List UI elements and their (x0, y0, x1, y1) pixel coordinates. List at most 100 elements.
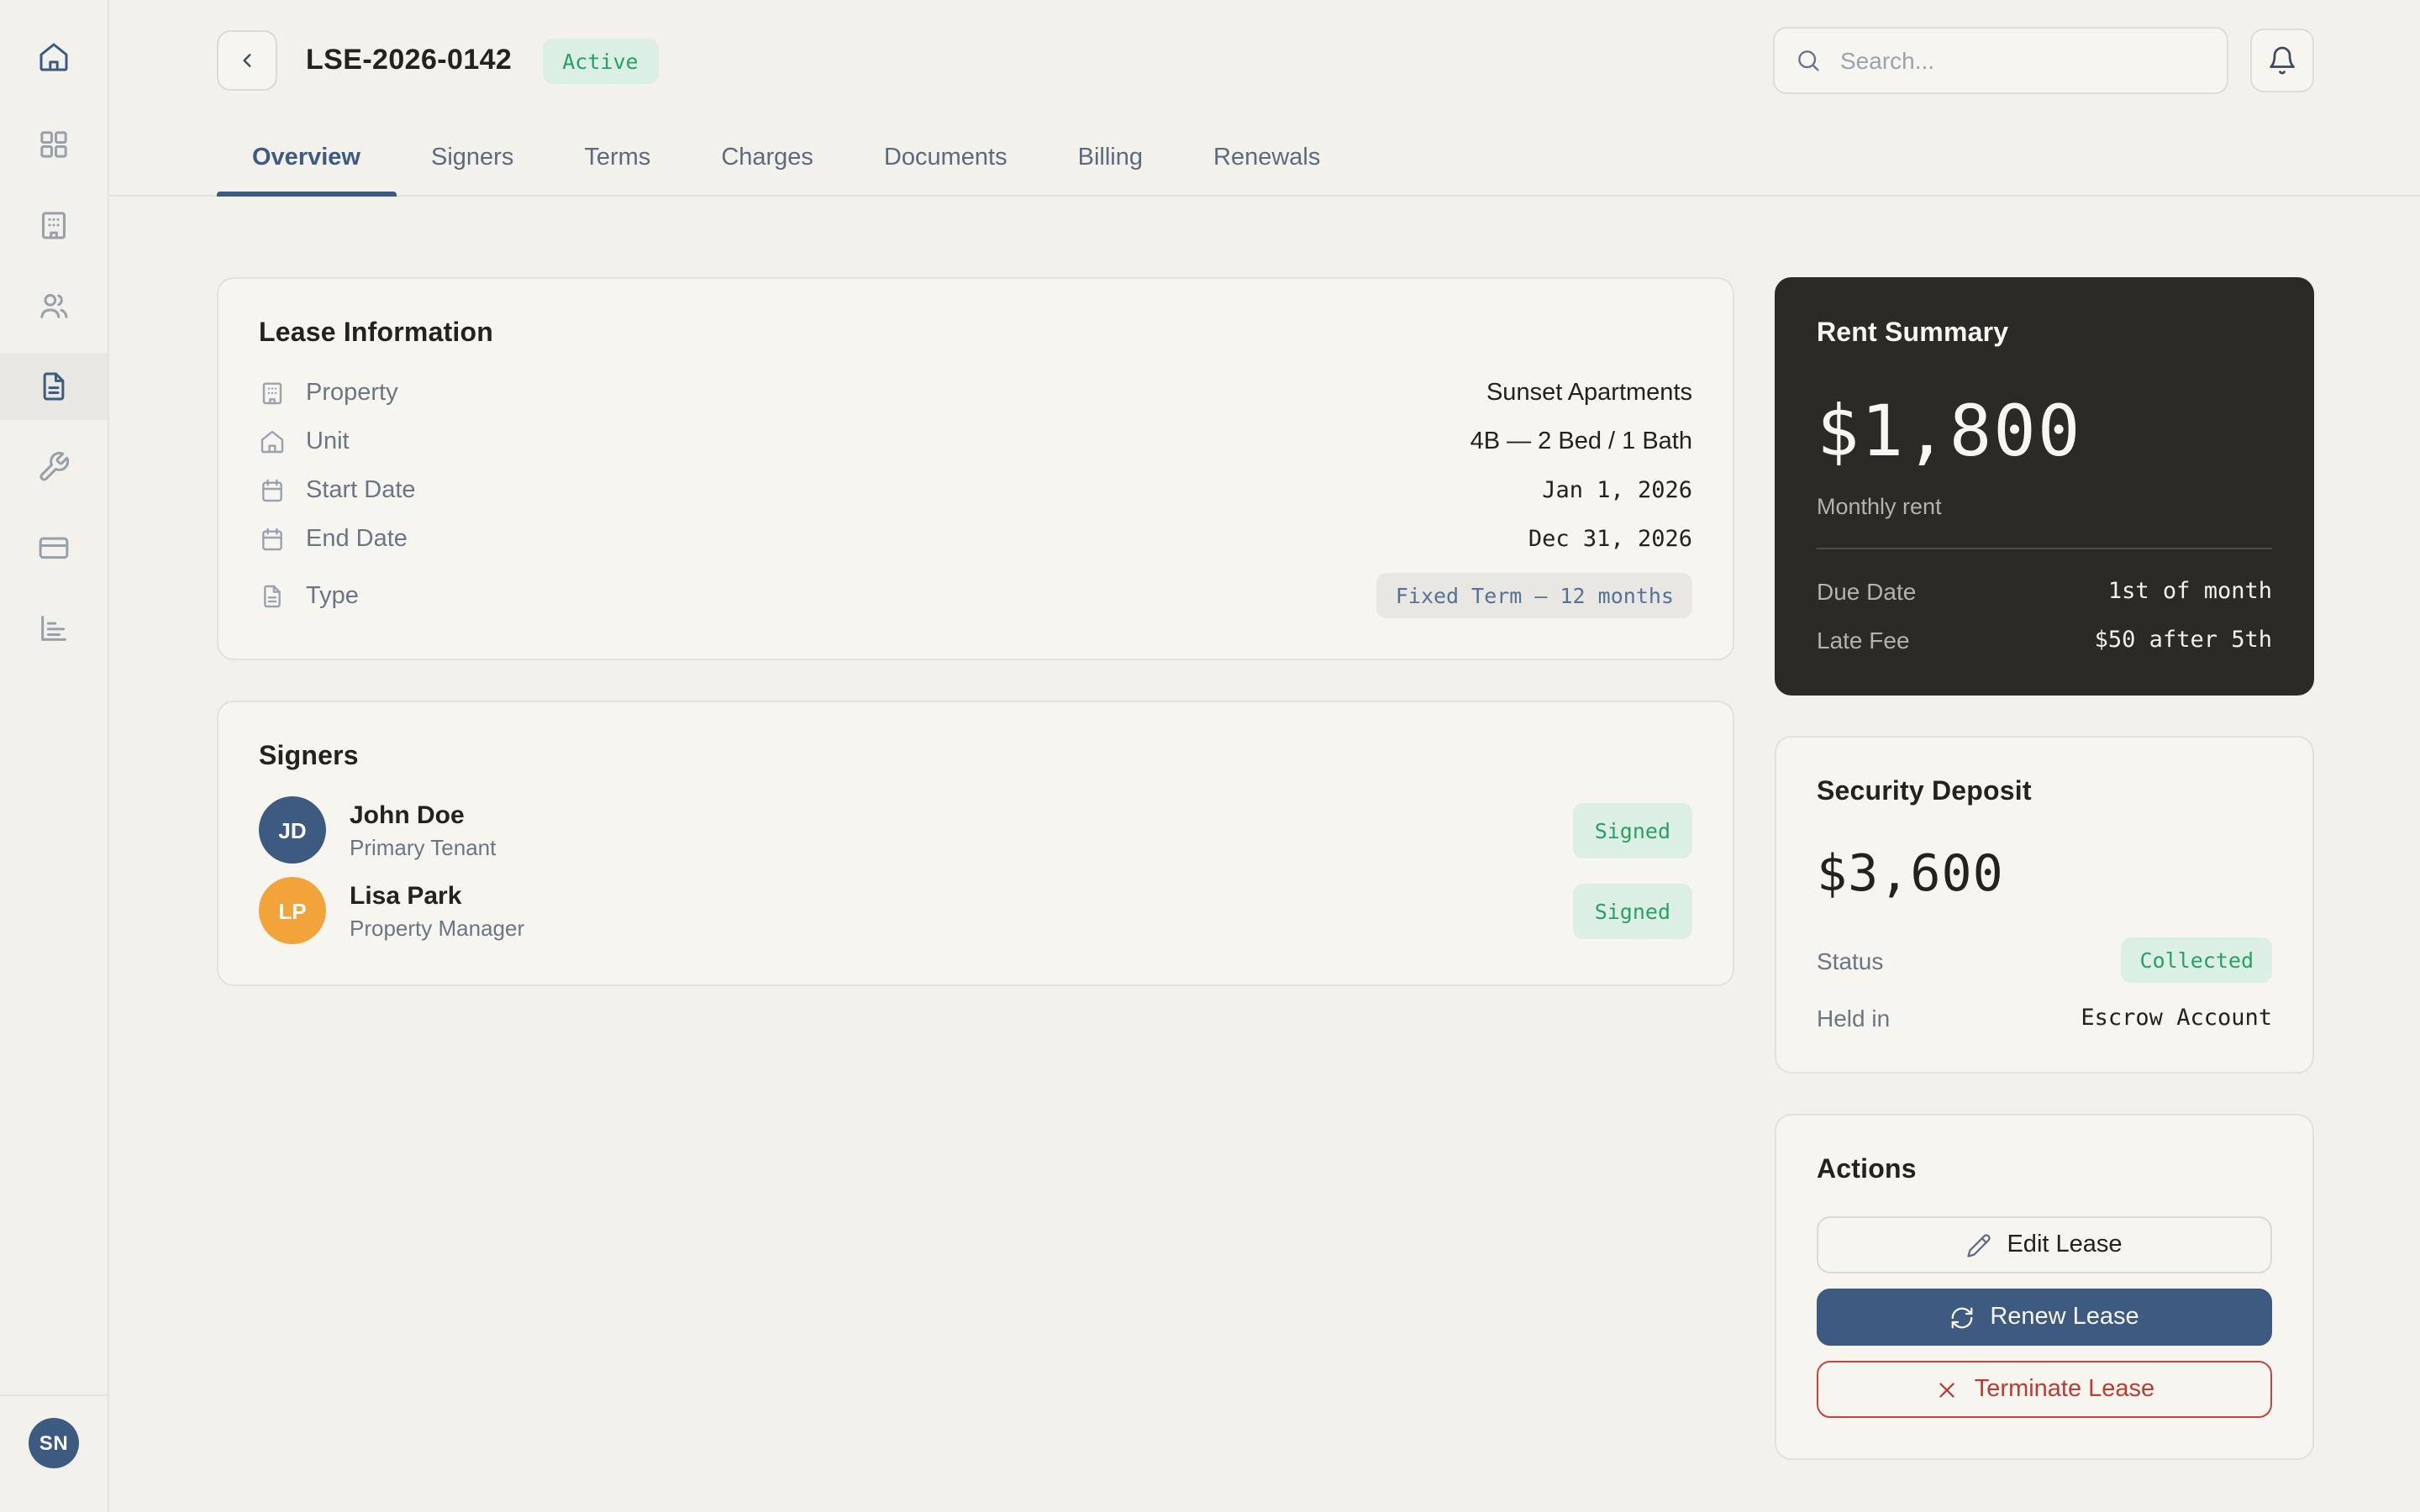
calendar-icon (262, 479, 282, 502)
kv-value: 1st of month (2107, 578, 2272, 605)
main-column: Lease Information Property Sunset Apartme… (217, 277, 1734, 986)
info-value: 4B — 2 Bed / 1 Bath (1470, 428, 1692, 455)
status-badge: Active (542, 38, 659, 83)
monthly-rent-caption: Monthly rent (1817, 494, 1942, 519)
lease-info-row: Type Fixed Term — 12 months (259, 573, 1692, 618)
kv-value: Escrow Account (2081, 1005, 2272, 1032)
card-title: Signers (259, 743, 359, 771)
info-label: Type (306, 582, 359, 609)
tab-renewals[interactable]: Renewals (1178, 121, 1355, 195)
calendar-icon (262, 528, 282, 551)
kv-label: Held in (1817, 1005, 1891, 1032)
tab-terms[interactable]: Terms (549, 121, 686, 195)
pencil-icon (1967, 1233, 1991, 1257)
info-label: Unit (306, 428, 350, 455)
signed-status-badge: Signed (1572, 883, 1692, 938)
sidebar: SN (0, 0, 109, 1512)
x-icon (1939, 1382, 1954, 1397)
notifications-button[interactable] (2250, 29, 2314, 92)
signers-card: Signers JD John Doe Primary Tenant Signed LP… (217, 701, 1734, 986)
signer-role: Primary Tenant (350, 834, 497, 859)
lease-info-rows: Property Sunset Apartments Unit 4B — 2 Bed … (259, 378, 1692, 618)
sidebar-item-payments[interactable] (0, 514, 108, 581)
signer-avatar: LP (259, 877, 326, 944)
rent-summary-card: Rent Summary $1,800 Monthly rent Due Dat… (1775, 277, 2314, 696)
back-button[interactable] (217, 30, 277, 91)
tab-billing[interactable]: Billing (1043, 121, 1178, 195)
file-text-icon (264, 584, 281, 607)
home-icon (39, 43, 68, 71)
action-button-renew-lease[interactable]: Renew Lease (1817, 1289, 2272, 1346)
info-label: Start Date (306, 477, 416, 504)
sidebar-items (0, 0, 108, 662)
card-title: Lease Information (259, 319, 494, 348)
bell-icon (2270, 46, 2295, 75)
kv-row: Due Date 1st of month (1817, 578, 2272, 605)
info-value: Sunset Apartments (1486, 380, 1692, 407)
kv-value: $50 after 5th (2094, 627, 2272, 654)
main-area: LSE-2026-0142 Active OverviewSignersTerm… (109, 0, 2420, 1512)
chevron-left-icon (243, 54, 251, 67)
sidebar-item-leases[interactable] (0, 353, 108, 420)
sidebar-item-home[interactable] (0, 24, 108, 91)
signer-name: Lisa Park (350, 881, 462, 910)
monthly-rent-amount: $1,800 (1817, 390, 2082, 472)
kv-row: Held in Escrow Account (1817, 1005, 2272, 1032)
signer-rows: JD John Doe Primary Tenant Signed LP Lisa Par… (259, 796, 1692, 944)
bar-chart-icon (41, 616, 66, 641)
card-title: Security Deposit (1817, 778, 2032, 806)
info-value: Fixed Term — 12 months (1376, 573, 1692, 618)
card-title: Rent Summary (1817, 319, 2009, 348)
tab-charges[interactable]: Charges (686, 121, 849, 195)
side-column: Rent Summary $1,800 Monthly rent Due Dat… (1775, 277, 2314, 1460)
kv-row: Status Collected (1817, 937, 2272, 983)
lease-info-row: Unit 4B — 2 Bed / 1 Bath (259, 427, 1692, 457)
header: LSE-2026-0142 Active OverviewSignersTerm… (109, 0, 2420, 197)
security-deposit-card: Security Deposit $3,600 Status Collected H… (1775, 736, 2314, 1074)
building-icon (42, 212, 66, 239)
button-label: Terminate Lease (1974, 1376, 2155, 1403)
kv-label: Status (1817, 947, 1884, 974)
signer-avatar: JD (259, 796, 326, 864)
signer-info: Lisa Park Property Manager (350, 881, 524, 940)
signer-name: John Doe (350, 801, 465, 829)
tabs: Overview Signers Terms Charges Documents Bill… (109, 121, 2420, 197)
search-icon-wrap (1795, 47, 1822, 74)
rent-summary-rows: Due Date 1st of month Late Fee $50 after 5t… (1817, 578, 2272, 654)
lease-information-card: Lease Information Property Sunset Apartme… (217, 277, 1734, 660)
signer-role: Property Manager (350, 915, 525, 940)
signed-status-badge: Signed (1572, 802, 1692, 858)
sidebar-footer: SN (0, 1394, 108, 1512)
tab-overview[interactable]: Overview (217, 121, 396, 197)
search-box[interactable] (1773, 27, 2228, 94)
wrench-icon (39, 451, 70, 481)
search-icon (1798, 50, 1819, 71)
kv-value: Collected (2121, 937, 2272, 983)
action-buttons: Edit Lease Renew Lease Terminate Lease (1817, 1216, 2272, 1418)
credit-card-icon (39, 537, 69, 559)
sidebar-item-properties[interactable] (0, 192, 108, 259)
house-icon (260, 430, 284, 454)
lease-info-row: Property Sunset Apartments (259, 378, 1692, 408)
action-button-edit-lease[interactable]: Edit Lease (1817, 1216, 2272, 1273)
action-button-terminate-lease[interactable]: Terminate Lease (1817, 1361, 2272, 1418)
sidebar-item-tenants[interactable] (0, 272, 108, 339)
users-icon (40, 294, 68, 318)
sidebar-item-reports[interactable] (0, 595, 108, 662)
refresh-icon (1951, 1306, 1973, 1328)
signer-info: John Doe Primary Tenant (350, 801, 496, 859)
user-avatar[interactable]: SN (29, 1418, 79, 1468)
signer-row: LP Lisa Park Property Manager Signed (259, 877, 1692, 944)
search-input[interactable] (1837, 45, 2207, 76)
sidebar-item-dashboard[interactable] (0, 111, 108, 178)
actions-card: Actions Edit Lease Renew Lease Terminate L… (1775, 1114, 2314, 1460)
sidebar-item-maintenance[interactable] (0, 433, 108, 501)
info-value: Jan 1, 2026 (1542, 477, 1692, 504)
file-text-icon (43, 372, 65, 401)
tab-signers[interactable]: Signers (396, 121, 549, 195)
grid-icon (40, 131, 67, 158)
button-label: Edit Lease (2007, 1231, 2123, 1258)
kv-row: Late Fee $50 after 5th (1817, 627, 2272, 654)
tab-documents[interactable]: Documents (849, 121, 1043, 195)
button-label: Renew Lease (1990, 1304, 2139, 1331)
